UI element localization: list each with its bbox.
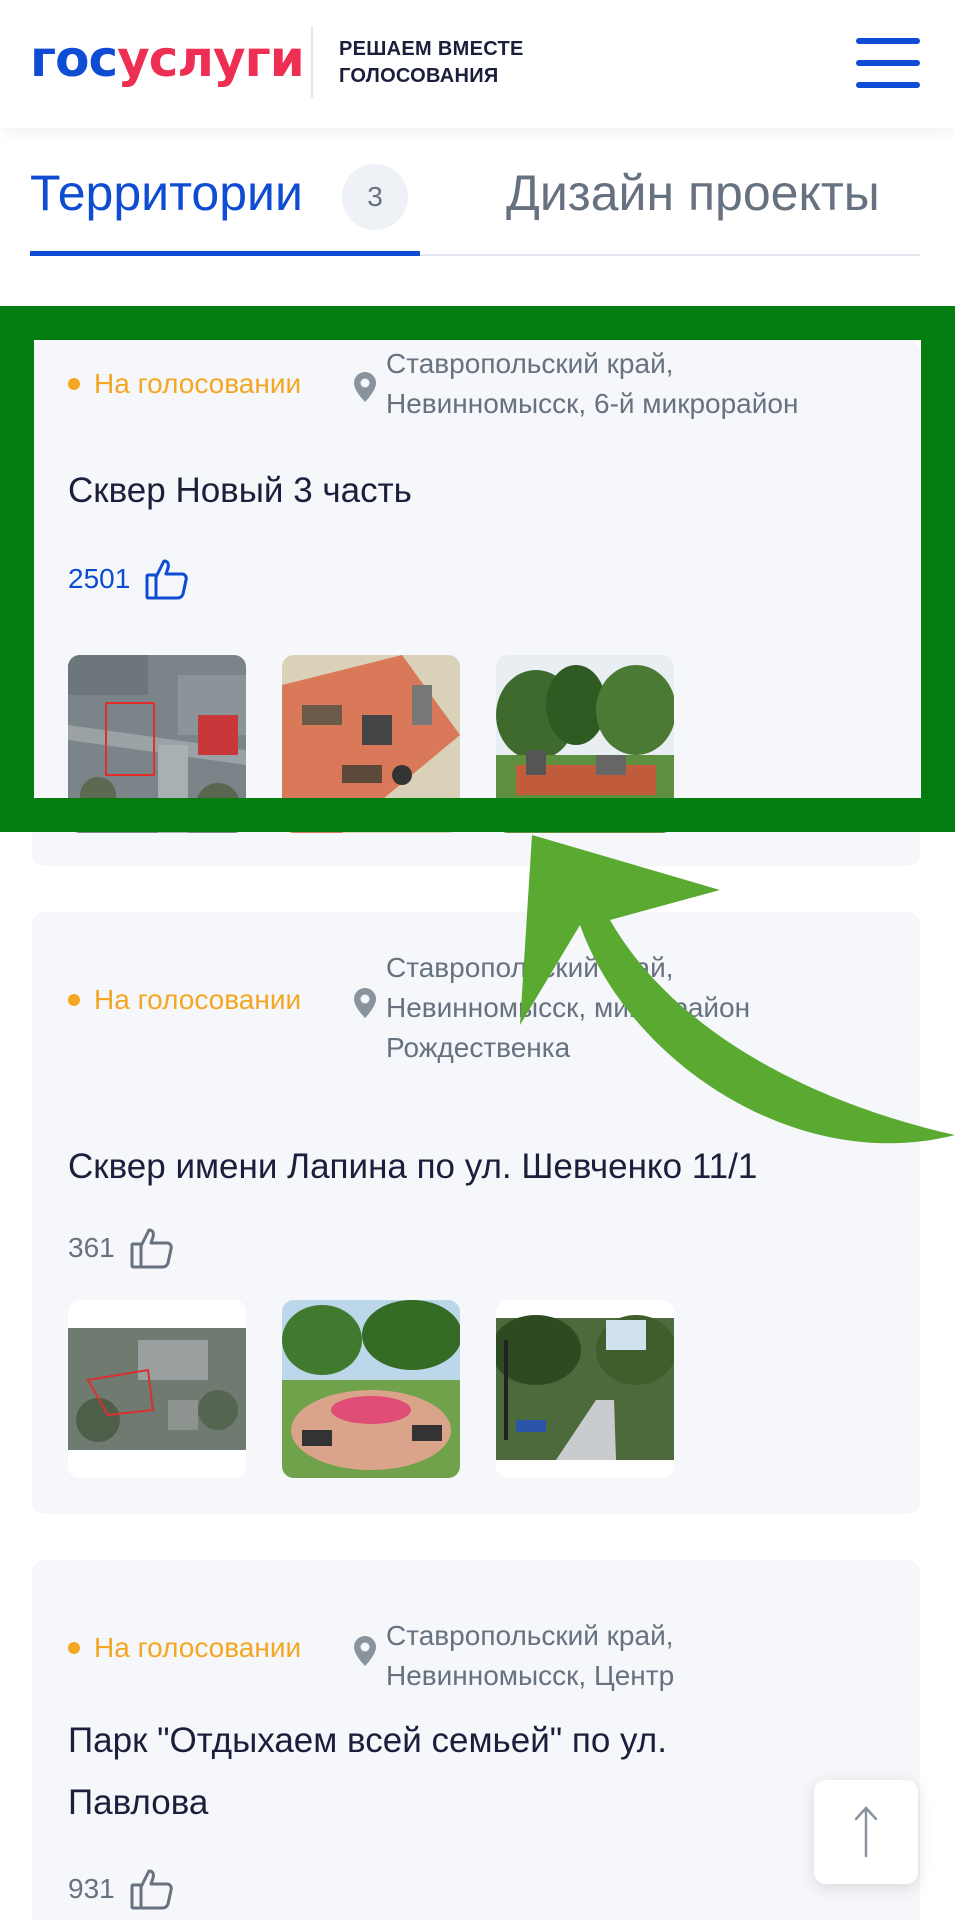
thumbnail-playground-render[interactable] xyxy=(282,655,460,833)
location-line: Невинномысск, Центр xyxy=(386,1660,675,1691)
gosuslugi-logo[interactable]: госуслуги xyxy=(30,30,305,88)
tab-design-projects[interactable]: Дизайн проекты xyxy=(506,164,880,222)
photo-gallery xyxy=(68,1300,674,1478)
status-dot-icon xyxy=(68,1641,80,1654)
project-card[interactable]: На голосовании Ставропольский край, Неви… xyxy=(32,912,920,1514)
scroll-to-top-button[interactable] xyxy=(814,1780,918,1884)
thumbs-up-icon[interactable] xyxy=(129,1225,175,1271)
status-label: На голосовании xyxy=(94,984,302,1015)
header-divider xyxy=(311,26,313,98)
card-title[interactable]: Парк "Отдыхаем всей семьей" по ул. Павло… xyxy=(68,1710,908,1834)
tab-territories[interactable]: Территории 3 xyxy=(30,150,420,256)
logo-part-uslugi: услуги xyxy=(117,30,305,88)
thumbs-up-icon[interactable] xyxy=(129,1866,175,1912)
location-line: Невинномысск, микрорайон xyxy=(386,992,751,1023)
like-count: 361 xyxy=(68,1232,115,1263)
like-count: 2501 xyxy=(68,563,131,594)
tab-territories-label: Территории xyxy=(30,165,303,221)
location-line: Ставропольский край, xyxy=(386,952,674,983)
thumbnail-flowerbed-render[interactable] xyxy=(282,1300,460,1478)
status-badge: На голосовании xyxy=(68,1632,301,1664)
card-title-line: Парк "Отдыхаем всей семьей" по ул. xyxy=(68,1721,667,1760)
location-pin-icon xyxy=(354,988,376,1018)
photo-gallery xyxy=(68,655,674,833)
status-label: На голосовании xyxy=(94,1632,302,1663)
location-pin-icon xyxy=(354,1636,376,1666)
card-title-line: Павлова xyxy=(68,1783,209,1822)
status-badge: На голосовании xyxy=(68,984,301,1016)
location-pin-icon xyxy=(354,372,376,402)
tagline-line-2: ГОЛОСОВАНИЯ xyxy=(339,65,499,87)
like-counter[interactable]: 931 xyxy=(68,1866,175,1912)
tab-territories-count-badge: 3 xyxy=(342,164,408,230)
header-tagline: РЕШАЕМ ВМЕСТЕ ГОЛОСОВАНИЯ xyxy=(339,36,524,90)
card-title[interactable]: Сквер имени Лапина по ул. Шевченко 11/1 xyxy=(68,1136,908,1198)
status-dot-icon xyxy=(68,377,80,390)
location-text: Ставропольский край, Невинномысск, 6-й м… xyxy=(386,344,798,424)
arrow-up-icon xyxy=(854,1806,878,1858)
hamburger-menu-icon[interactable] xyxy=(856,38,920,88)
project-card[interactable]: На голосовании Ставропольский край, Неви… xyxy=(32,1560,920,1920)
status-dot-icon xyxy=(68,993,80,1006)
location-line: Ставропольский край, xyxy=(386,1620,674,1651)
status-label: На голосовании xyxy=(94,368,302,399)
thumbnail-aerial-map[interactable] xyxy=(68,1300,246,1478)
thumbs-up-icon[interactable] xyxy=(144,556,190,602)
status-badge: На голосовании xyxy=(68,368,301,400)
card-title[interactable]: Сквер Новый 3 часть xyxy=(68,460,908,522)
like-count: 931 xyxy=(68,1873,115,1904)
like-counter[interactable]: 361 xyxy=(68,1225,175,1271)
thumbnail-park-render[interactable] xyxy=(496,655,674,833)
like-counter[interactable]: 2501 xyxy=(68,556,190,602)
thumbnail-alley-render[interactable] xyxy=(496,1300,674,1478)
header: госуслуги РЕШАЕМ ВМЕСТЕ ГОЛОСОВАНИЯ xyxy=(0,0,955,128)
project-card[interactable]: На голосовании Ставропольский край, Неви… xyxy=(32,340,920,866)
location-text: Ставропольский край, Невинномысск, микро… xyxy=(386,948,750,1068)
tagline-line-1: РЕШАЕМ ВМЕСТЕ xyxy=(339,38,524,60)
location-line: Ставропольский край, xyxy=(386,348,674,379)
location-line: Рождественка xyxy=(386,1032,571,1063)
logo-part-gos: гос xyxy=(30,30,118,88)
tab-bar: Территории 3 Дизайн проекты xyxy=(30,150,920,256)
thumbnail-aerial-map[interactable] xyxy=(68,655,246,833)
location-text: Ставропольский край, Невинномысск, Центр xyxy=(386,1616,674,1696)
location-line: Невинномысск, 6-й микрорайон xyxy=(386,388,799,419)
